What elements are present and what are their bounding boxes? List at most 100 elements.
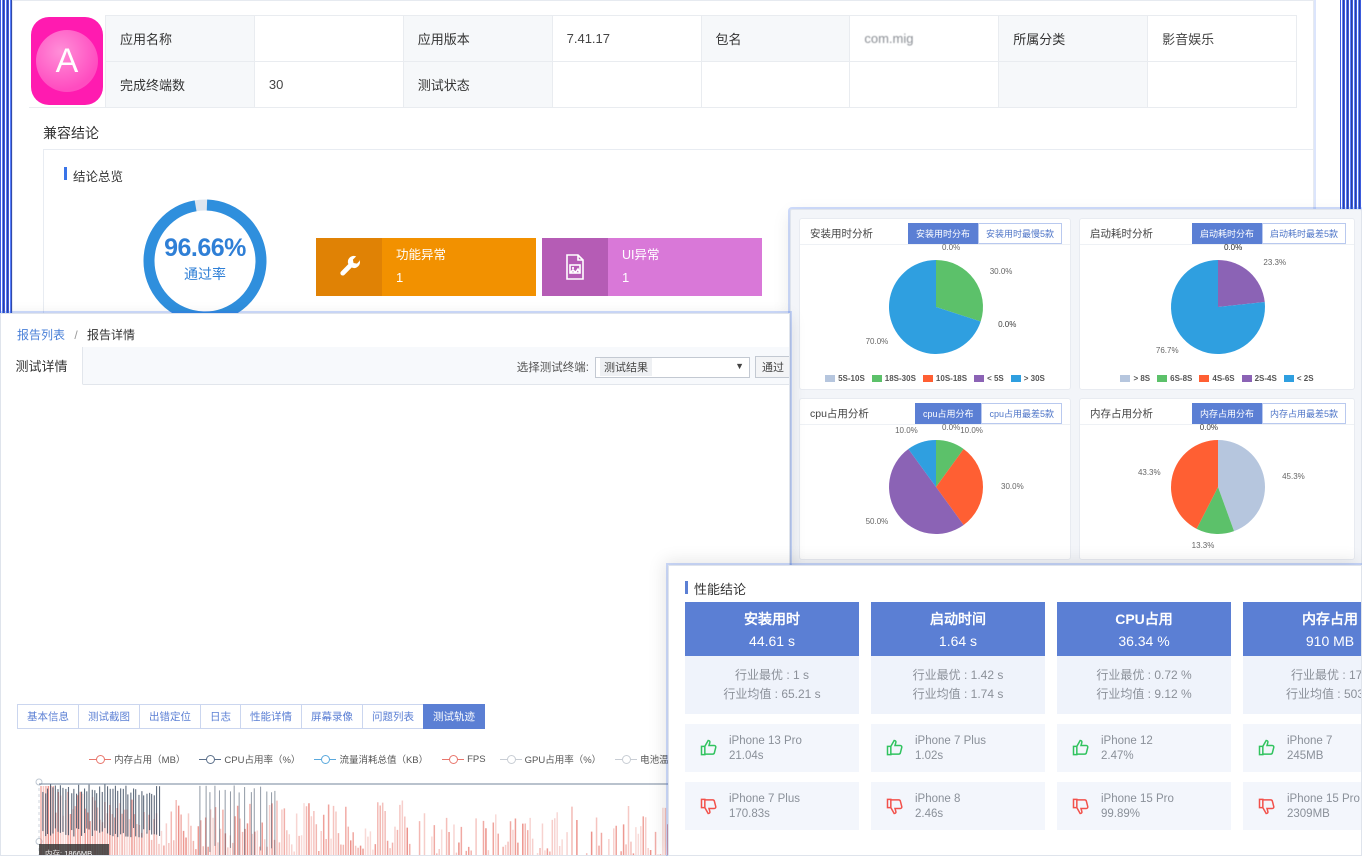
legend-swatch — [974, 375, 985, 382]
chart-title: cpu占用分析 — [810, 408, 869, 420]
chart-tab-1[interactable]: cpu占用最差5款 — [981, 403, 1062, 424]
legend-swatch — [825, 375, 836, 382]
chart-card-header: cpu占用分析 cpu占用分布 cpu占用最差5款 — [800, 399, 1070, 425]
legend-swatch — [871, 375, 882, 382]
chart-card-body: 45.3% 13.3% 43.3% 0.0% 0.0% — [1080, 423, 1354, 559]
chart-tab-1[interactable]: 内存占用最差5款 — [1261, 403, 1346, 424]
perf-metric-value: 910 MB — [1305, 633, 1355, 649]
pie-legend-item-2[interactable]: 10S-18S — [922, 374, 968, 383]
result-pass-pill[interactable]: 通过 — [755, 356, 789, 378]
thumbs-down-icon — [1072, 798, 1089, 815]
legend-text: 10S-18S — [935, 374, 968, 383]
pie-label-0: 0.0% — [942, 243, 961, 252]
meta-value-cell — [1147, 61, 1297, 108]
meta-row: 应用名称 应用版本 7.41.17 包名 com.mig 所属分类 影音娱乐 — [29, 15, 1297, 62]
performance-conclusion-window: 性能结论 安装用时 44.61 s 行业最优 : 1 s 行业均值 : 65.21 s… — [668, 565, 1362, 856]
pie-legend-item-2[interactable]: 4S-6S — [1199, 374, 1235, 383]
perf-best-device-row[interactable]: iPhone 7 245MB — [1243, 724, 1361, 772]
perf-metric-name: 内存占用 — [1302, 611, 1358, 627]
thumbs-up-icon — [1072, 739, 1089, 756]
perf-worst-device-name: iPhone 8 — [915, 792, 961, 805]
subtab-5[interactable]: 屏幕录像 — [301, 704, 362, 729]
pie-label-2: 43.3% — [1137, 468, 1161, 478]
pie-legend-item-1[interactable]: 6S-8S — [1157, 374, 1192, 383]
app-icon-letter: A — [36, 30, 98, 92]
perf-metric-head: 启动时间 1.64 s — [871, 602, 1045, 656]
chart-card-cpu-usage: cpu占用分析 cpu占用分布 cpu占用最差5款 0.0% 10.0% 30.0% 50.… — [799, 398, 1071, 560]
performance-metric-grid: 安装用时 44.61 s 行业最优 : 1 s 行业均值 : 65.21 s iPhon… — [685, 602, 1362, 830]
meta-label-cell: 所属分类 — [998, 15, 1149, 62]
pie-label-0: 45.3% — [1282, 471, 1305, 481]
kpi-card-ui-anomaly[interactable]: UI异常 1 — [542, 238, 762, 296]
perf-worst-device-row[interactable]: iPhone 7 Plus 170.83s — [685, 782, 859, 830]
thumbs-up-icon — [886, 739, 903, 756]
breadcrumb-current: 报告详情 — [87, 328, 136, 342]
legend-text: 2S-4S — [1254, 374, 1277, 383]
meta-value-obscured: com.mig — [864, 31, 914, 46]
perf-worst-device-row[interactable]: iPhone 15 Pro 2309MB — [1243, 782, 1361, 830]
subtab-4[interactable]: 性能详情 — [240, 704, 301, 729]
legend-text: < 2S — [1296, 374, 1314, 383]
pie-legend-item-0[interactable]: > 8S — [1120, 374, 1150, 383]
perf-metric-head: 内存占用 910 MB — [1243, 602, 1361, 656]
pie-label-3: 0.0% — [998, 320, 1017, 330]
meta-label-cell: 应用名称 — [105, 15, 255, 62]
perf-industry-stats: 行业最优 : 1 s 行业均值 : 65.21 s — [685, 656, 859, 714]
chart-tab-1[interactable]: 启动耗时最差5款 — [1261, 223, 1346, 244]
legend-swatch — [1120, 375, 1131, 382]
breadcrumb-report-list[interactable]: 报告列表 — [17, 328, 65, 342]
perf-metric-head: 安装用时 44.61 s — [685, 602, 859, 656]
perf-worst-device-row[interactable]: iPhone 15 Pro 99.89% — [1057, 782, 1231, 830]
chart-tab-group: 启动耗时分布 启动耗时最差5款 — [1191, 223, 1346, 244]
perf-best-device-row[interactable]: iPhone 12 2.47% — [1057, 724, 1231, 772]
chart-card-body: 0.0% 10.0% 30.0% 50.0% 10.0% — [800, 423, 1070, 559]
tab-test-detail[interactable]: 测试详情 — [1, 347, 83, 385]
kpi-value-function: 1 — [396, 270, 404, 285]
chart-card-header: 内存占用分析 内存占用分布 内存占用最差5款 — [1080, 399, 1354, 425]
perf-metric-name: CPU占用 — [1115, 611, 1173, 627]
pie-label-3: 50.0% — [865, 516, 889, 526]
chart-card-header: 启动耗时分析 启动耗时分布 启动耗时最差5款 — [1080, 219, 1354, 245]
chart-tab-0[interactable]: 内存占用分布 — [1191, 403, 1262, 424]
meta-value-cell — [849, 61, 1000, 108]
detail-subtabs: 基本信息 测试截图 出错定位 日志 性能详情 屏幕录像 问题列表 测试轨迹 — [17, 704, 485, 729]
legend-swatch — [1283, 375, 1294, 382]
pie-label-4: 0.0% — [1199, 423, 1218, 432]
legend-text: 6S-8S — [1170, 374, 1193, 383]
chart-tab-0[interactable]: cpu占用分布 — [914, 403, 982, 424]
subtab-3[interactable]: 日志 — [200, 704, 240, 729]
subtab-0[interactable]: 基本信息 — [17, 704, 78, 729]
tooltip-mem-value: 1866MB — [64, 849, 93, 856]
chart-tab-0[interactable]: 安装用时分布 — [907, 223, 978, 244]
pie-legend-item-4[interactable]: > 30S — [1010, 374, 1045, 383]
pie-legend-item-3[interactable]: 2S-4S — [1241, 374, 1277, 383]
perf-worst-device-name: iPhone 7 Plus — [729, 792, 800, 805]
pie-legend-item-4[interactable]: < 2S — [1283, 374, 1314, 383]
subtab-2[interactable]: 出错定位 — [139, 704, 200, 729]
wrench-icon — [316, 238, 382, 296]
subtab-1[interactable]: 测试截图 — [78, 704, 139, 729]
kpi-card-function-anomaly[interactable]: 功能异常 1 — [316, 238, 536, 296]
chart-card-startup-time: 启动耗时分析 启动耗时分布 启动耗时最差5款 0.0% 0.0% 0.0% 23.3% 76.… — [1079, 218, 1355, 390]
perf-worst-device-row[interactable]: iPhone 8 2.46s — [871, 782, 1045, 830]
perf-industry-best: 行业最优 : 171 — [1290, 668, 1362, 682]
perf-best-device-row[interactable]: iPhone 13 Pro 21.04s — [685, 724, 859, 772]
perf-industry-best: 行业最优 : 1.42 s — [912, 668, 1004, 682]
perf-industry-best: 行业最优 : 1 s — [734, 668, 809, 682]
meta-label-cell: 包名 — [700, 15, 851, 62]
chart-tab-0[interactable]: 启动耗时分布 — [1191, 223, 1262, 244]
pie-legend-item-1[interactable]: 18S-30S — [871, 374, 916, 383]
pie-svg — [889, 260, 983, 354]
pie-legend-item-3[interactable]: < 5S — [974, 374, 1004, 383]
chart-card-body: 0.0% 0.0% 0.0% 23.3% 76.7% > 8S 6S-8S 4S-6S 2S-4… — [1080, 243, 1354, 389]
perf-best-device-row[interactable]: iPhone 7 Plus 1.02s — [871, 724, 1045, 772]
subtab-7[interactable]: 测试轨迹 — [423, 704, 485, 729]
pie-svg — [1171, 260, 1265, 354]
terminal-select[interactable]: 测试结果 ▼ — [595, 356, 750, 378]
perf-worst-device-value: 99.89% — [1101, 807, 1141, 820]
chart-tab-1[interactable]: 安装用时最慢5款 — [977, 223, 1062, 244]
pie-legend-item-0[interactable]: 5S-10S — [825, 374, 865, 383]
subtab-6[interactable]: 问题列表 — [362, 704, 423, 729]
pie-svg — [1171, 440, 1265, 534]
pie-slice-3[interactable] — [1218, 260, 1265, 307]
